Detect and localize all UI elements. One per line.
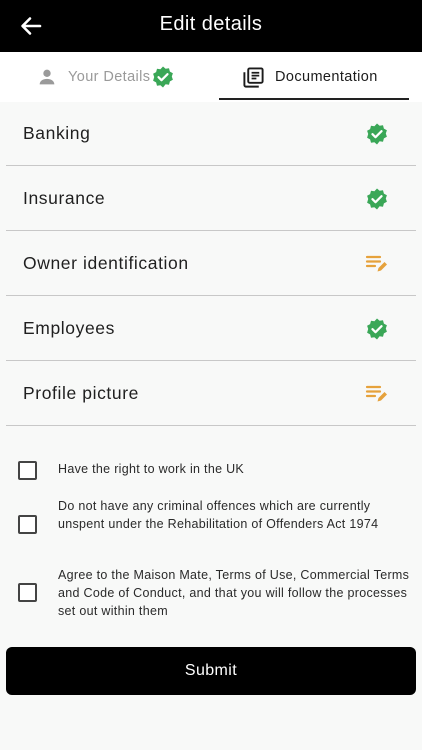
- right-to-work-checkbox[interactable]: [18, 461, 37, 480]
- status-badge: [364, 382, 390, 406]
- status-badge: [364, 122, 390, 146]
- tab-your-details[interactable]: Your Details: [36, 52, 175, 102]
- verified-badge-icon: [367, 318, 387, 340]
- agreement-text: Agree to the Maison Mate, Terms of Use, …: [58, 568, 410, 618]
- verified-badge-icon: [367, 188, 387, 210]
- agreement-text: Do not have any criminal offences which …: [58, 499, 379, 531]
- verified-badge-icon: [367, 123, 387, 145]
- document-row-employees[interactable]: Employees: [6, 296, 416, 361]
- page-title: Edit details: [159, 13, 263, 35]
- tab-bar: Your Details Documentation: [0, 52, 422, 102]
- criminal-offences-checkbox[interactable]: [18, 515, 37, 534]
- library-books-icon: [243, 66, 264, 88]
- document-row-banking[interactable]: Banking: [6, 101, 416, 166]
- tab-label: Your Details: [68, 69, 151, 85]
- document-label: Banking: [23, 122, 91, 143]
- edit-note-icon: [365, 385, 387, 402]
- status-badge: [364, 317, 390, 341]
- tab-label: Documentation: [275, 69, 378, 85]
- document-row-profile-picture[interactable]: Profile picture: [6, 361, 416, 426]
- edit-note-icon: [365, 255, 387, 272]
- active-tab-indicator: [219, 98, 409, 100]
- app-bar: Edit details: [0, 0, 422, 52]
- agreement-text: Have the right to work in the UK: [58, 462, 245, 476]
- document-row-owner-identification[interactable]: Owner identification: [6, 231, 416, 296]
- tab-documentation[interactable]: Documentation: [242, 52, 378, 102]
- status-badge: [364, 252, 390, 276]
- document-label: Profile picture: [23, 382, 139, 403]
- person-icon: [39, 69, 55, 85]
- terms-checkbox[interactable]: [18, 583, 37, 602]
- verified-badge-icon: [153, 66, 174, 88]
- submit-button[interactable]: Submit: [6, 647, 416, 695]
- document-label: Owner identification: [23, 252, 189, 273]
- document-row-insurance[interactable]: Insurance: [6, 166, 416, 231]
- document-label: Employees: [23, 317, 115, 338]
- status-badge: [364, 187, 390, 211]
- document-label: Insurance: [23, 187, 106, 208]
